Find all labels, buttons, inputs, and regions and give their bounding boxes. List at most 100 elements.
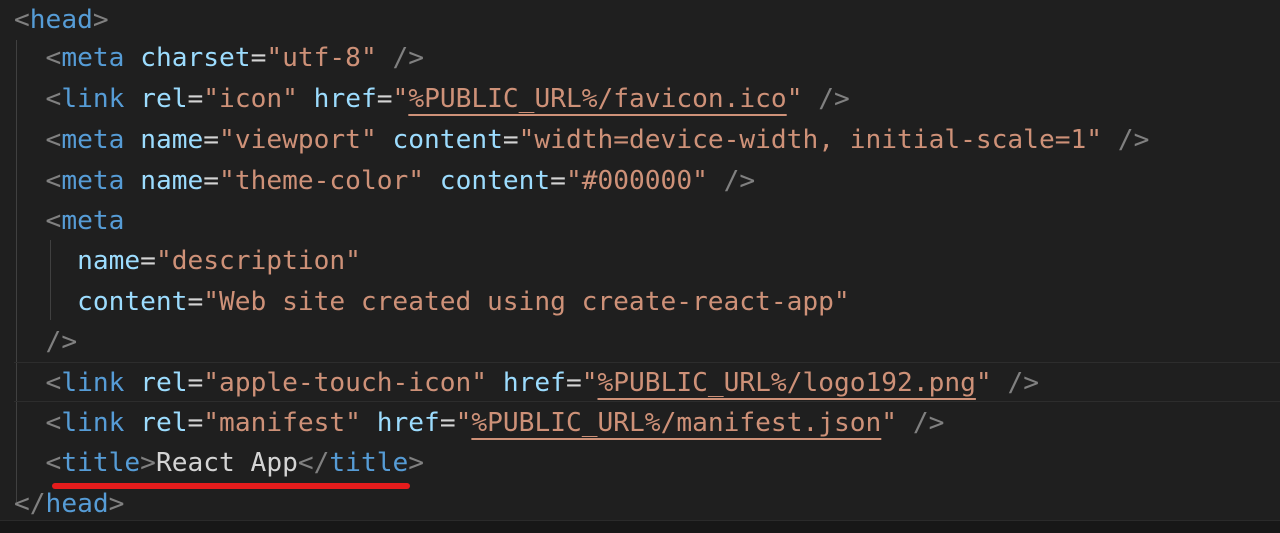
code-token: meta [61,206,125,236]
code-token: href [313,84,377,114]
code-line-8[interactable]: content="Web site created using create-r… [14,282,1280,322]
code-token: = [140,246,156,276]
code-token: " [455,408,472,438]
code-line-3[interactable]: <link rel="icon" href="%PUBLIC_URL%/favi… [14,79,1280,119]
code-token: React App [155,448,298,478]
code-token: = [203,166,220,196]
code-token: " [581,368,598,398]
code-token: < [45,125,62,155]
code-token: content [392,125,503,155]
code-token: = [502,125,519,155]
code-token: /> [1117,125,1150,155]
code-token: %PUBLIC_URL%/favicon.ico [408,84,787,114]
code-token: = [187,408,204,438]
code-token: > [408,448,425,478]
code-line-5[interactable]: <meta name="theme-color" content="#00000… [14,161,1280,201]
code-token: < [14,5,30,35]
code-token: = [187,368,204,398]
code-token: content [439,166,551,196]
code-token: name [77,246,141,276]
code-line-1[interactable]: <head> [14,0,1280,40]
code-token: = [250,43,267,73]
red-underline-annotation [52,483,410,489]
code-token: meta [61,166,125,196]
code-token: < [45,408,62,438]
code-token: < [45,448,62,478]
code-token: < [45,84,62,114]
code-line-12[interactable]: <title>React App</title> [14,443,1280,483]
code-token: > [108,489,125,519]
code-line-13[interactable]: </head> [14,484,1280,524]
code-token: /> [912,408,945,438]
code-token: = [187,84,204,114]
code-line-9[interactable]: /> [14,322,1280,362]
code-token: "apple-touch-icon" [203,368,488,398]
code-token: = [187,287,204,317]
code-token: </ [297,448,330,478]
code-token: = [439,408,456,438]
code-line-11[interactable]: <link rel="manifest" href="%PUBLIC_URL%/… [14,403,1280,443]
editor-bottom-edge [0,520,1280,533]
code-token: /> [1007,368,1039,398]
code-token: < [45,368,62,398]
code-token: "width=device-width, initial-scale=1" [518,125,1103,155]
code-line-7[interactable]: name="description" [14,241,1280,281]
code-token: meta [61,125,125,155]
code-line-10[interactable]: <link rel="apple-touch-icon" href="%PUBL… [14,362,1280,402]
code-token: " [392,84,409,114]
code-token: "utf-8" [266,43,377,73]
code-token: > [92,5,109,35]
code-token: " [881,408,898,438]
code-line-4[interactable]: <meta name="viewport" content="width=dev… [14,120,1280,160]
code-token: "Web site created using create-react-app… [203,287,850,317]
code-token: = [550,166,566,196]
code-line-2[interactable]: <meta charset="utf-8" /> [14,38,1280,78]
code-token: link [61,368,125,398]
code-token: "icon" [203,84,298,114]
code-token: = [376,84,393,114]
code-token: link [61,408,125,438]
code-token: "#000000" [565,166,708,196]
code-token: href [376,408,440,438]
code-token: < [45,43,62,73]
code-token: < [45,166,62,196]
code-token: = [203,125,220,155]
code-token: %PUBLIC_URL%/logo192.png [597,368,976,398]
code-line-6[interactable]: <meta [14,201,1280,241]
code-token: > [140,448,156,478]
code-token: charset [140,43,251,73]
code-editor[interactable]: <head> <meta charset="utf-8" /> <link re… [0,0,1280,533]
code-token: </ [14,489,46,519]
code-token: /> [723,166,756,196]
code-token: "theme-color" [219,166,425,196]
code-token: "description" [155,246,361,276]
code-token: rel [140,408,188,438]
code-token: link [61,84,125,114]
code-token: name [140,166,204,196]
code-token: title [329,448,409,478]
code-token: /> [392,43,425,73]
